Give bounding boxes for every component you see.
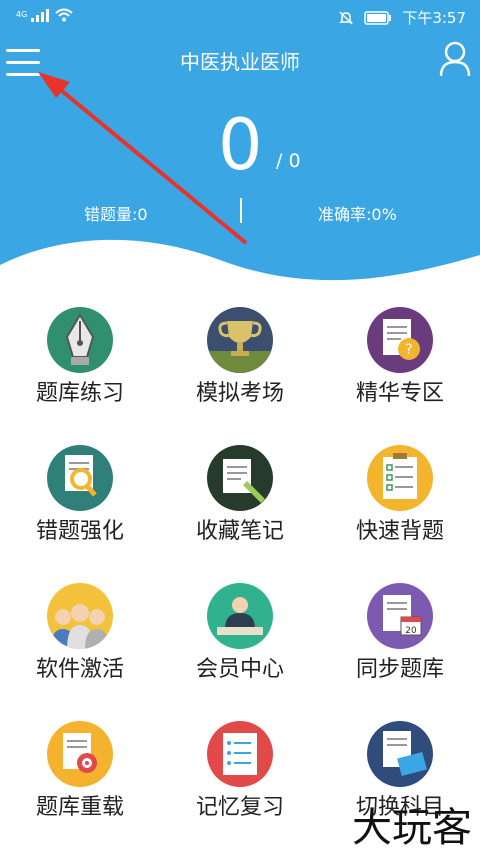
trophy-icon (207, 307, 273, 373)
grid-item-label: 快速背题 (355, 519, 444, 544)
score-count: 0 (218, 104, 263, 186)
notebook-pen-icon (207, 445, 273, 511)
wrong-count: 错题量:0 (84, 205, 148, 224)
score-total: / 0 (276, 150, 301, 172)
grid-item-label: 模拟考场 (195, 381, 284, 406)
status-bar: 4G 下午3:57 (0, 0, 480, 34)
grid-item-practice[interactable]: 题库练习 (0, 305, 160, 425)
grid-item-member-center[interactable]: 会员中心 (160, 581, 320, 701)
grid-item-reload[interactable]: 题库重载 (0, 719, 160, 839)
grid-item-memory-review[interactable]: 记忆复习 (160, 719, 320, 839)
target-document-icon (47, 721, 113, 787)
grid-item-wrong-review[interactable]: 错题强化 (0, 443, 160, 563)
grid-item-label: 题库练习 (35, 381, 124, 406)
header-wave (0, 239, 480, 305)
signal-icon (31, 8, 50, 22)
keyboard-document-icon (367, 721, 433, 787)
grid-item-label: 错题强化 (35, 519, 124, 544)
grid-item-label: 记忆复习 (195, 795, 284, 820)
grid-item-label: 会员中心 (195, 657, 284, 682)
people-group-icon (47, 583, 113, 649)
calendar-document-icon: 20 (367, 583, 433, 649)
network-type: 4G (16, 10, 28, 19)
presenter-icon (207, 583, 273, 649)
grid-item-quick-memorize[interactable]: 快速背题 (320, 443, 480, 563)
grid-item-activate[interactable]: 软件激活 (0, 581, 160, 701)
question-document-icon: ? (367, 307, 433, 373)
grid-item-sync[interactable]: 20 同步题库 (320, 581, 480, 701)
grid-item-label: 题库重载 (35, 795, 124, 820)
user-profile-icon[interactable] (438, 40, 472, 78)
svg-text:20: 20 (405, 626, 417, 636)
battery-icon (364, 10, 392, 25)
grid-item-essentials[interactable]: ? 精华专区 (320, 305, 480, 425)
grid-item-mock-exam[interactable]: 模拟考场 (160, 305, 320, 425)
checklist-notepad-icon (207, 721, 273, 787)
checklist-clipboard-icon (367, 445, 433, 511)
stats-divider (240, 198, 242, 223)
mute-bell-icon (339, 10, 354, 25)
grid-item-label: 软件激活 (35, 657, 124, 682)
status-time: 下午3:57 (402, 9, 466, 27)
svg-text:?: ? (405, 342, 412, 358)
accuracy-rate: 准确率:0% (318, 205, 397, 224)
grid-item-label: 同步题库 (355, 657, 444, 682)
grid-item-label: 精华专区 (355, 381, 444, 406)
page-title: 中医执业医师 (180, 50, 300, 74)
watermark: 大玩客 (352, 805, 472, 851)
fountain-pen-icon (47, 307, 113, 373)
grid-item-label: 收藏笔记 (195, 519, 284, 544)
magnifier-document-icon (47, 445, 113, 511)
wifi-icon (55, 8, 73, 22)
grid-item-favorites[interactable]: 收藏笔记 (160, 443, 320, 563)
